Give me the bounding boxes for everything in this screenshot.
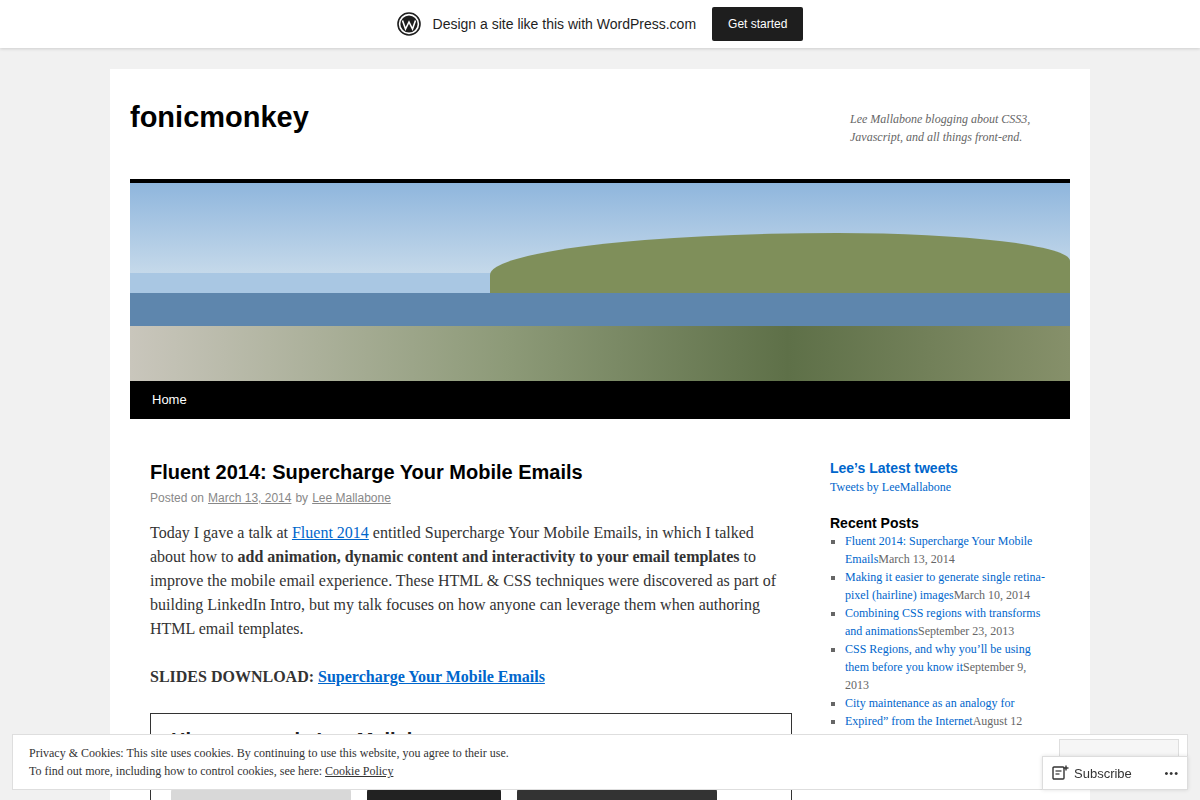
recent-post-item: CSS Regions, and why you’ll be using the… (845, 640, 1050, 694)
recent-post-item: Expired” from the InternetAugust 12 (845, 712, 1050, 730)
recent-posts-title: Recent Posts (830, 514, 1050, 532)
tweets-title[interactable]: Lee’s Latest tweets (830, 459, 1050, 477)
post-intro: Today I gave a talk at Fluent 2014 entit… (150, 521, 792, 641)
subscribe-button[interactable]: Subscribe (1051, 764, 1132, 782)
slides-link[interactable]: Supercharge Your Mobile Emails (318, 668, 545, 685)
recent-post-item: Fluent 2014: Supercharge Your Mobile Ema… (845, 532, 1050, 568)
post-title[interactable]: Fluent 2014: Supercharge Your Mobile Ema… (150, 459, 792, 486)
wpcom-bar: Design a site like this with WordPress.c… (0, 0, 1200, 48)
post-meta: Posted onMarch 13, 2014byLee Mallabone (150, 489, 792, 507)
cookie-more: To find out more, including how to contr… (29, 762, 509, 780)
slides-download: SLIDES DOWNLOAD: Supercharge Your Mobile… (150, 665, 792, 689)
cookie-policy-link[interactable]: Cookie Policy (325, 764, 393, 778)
subscribe-bar: Subscribe ••• (1042, 756, 1188, 790)
site-wrapper: fonicmonkey Lee Mallabone blogging about … (110, 69, 1090, 800)
post-date[interactable]: March 13, 2014 (208, 489, 291, 507)
recent-post-item: Making it easier to generate single reti… (845, 568, 1050, 604)
wpcom-bar-text: Design a site like this with WordPress.c… (433, 16, 697, 32)
tweets-widget: Lee’s Latest tweets Tweets by LeeMallabon… (830, 459, 1050, 496)
reader-follow-icon (1051, 764, 1069, 782)
inline-link[interactable]: Fluent 2014 (292, 524, 369, 541)
cookie-banner: Privacy & Cookies: This site uses cookie… (12, 734, 1188, 790)
recent-post-item: Combining CSS regions with transforms an… (845, 604, 1050, 640)
branding: fonicmonkey Lee Mallabone blogging about … (130, 69, 1070, 179)
nav-item[interactable]: Home (142, 381, 197, 419)
recent-post-item: City maintenance as an analogy for (845, 694, 1050, 712)
page: Design a site like this with WordPress.c… (0, 0, 1200, 800)
wordpress-logo-icon (397, 12, 421, 36)
site-title[interactable]: fonicmonkey (130, 99, 309, 135)
more-button[interactable]: ••• (1164, 767, 1179, 779)
post-author[interactable]: Lee Mallabone (312, 489, 391, 507)
bold-text: add animation, dynamic content and inter… (238, 548, 740, 565)
recent-post-link[interactable]: Expired” from the Internet (845, 714, 973, 728)
main-nav: Home (130, 381, 1070, 419)
header-photo (130, 179, 1070, 381)
recent-post-link[interactable]: City maintenance as an analogy for (845, 696, 1015, 710)
site-description: Lee Mallabone blogging about CSS3, Javas… (850, 110, 1070, 146)
recent-posts-widget: Recent PostsFluent 2014: Supercharge You… (830, 514, 1050, 730)
tweets-link[interactable]: Tweets by LeeMallabone (830, 480, 951, 494)
cookie-text: Privacy & Cookies: This site uses cookie… (29, 744, 509, 762)
get-started-button[interactable]: Get started (712, 7, 803, 41)
